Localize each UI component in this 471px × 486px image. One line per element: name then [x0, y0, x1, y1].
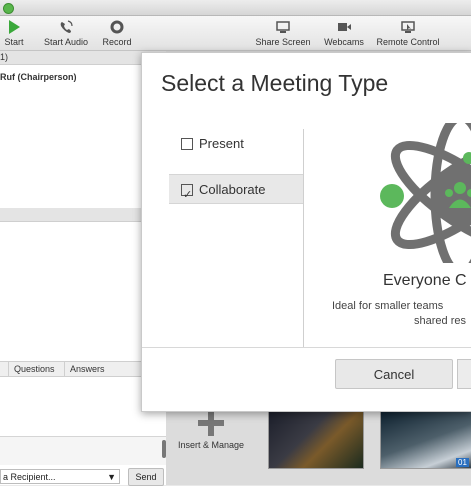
detail-title: Everyone C: [383, 272, 467, 289]
start-audio-label: Start Audio: [43, 37, 89, 47]
participant-row[interactable]: Ruf (Chairperson): [0, 72, 77, 82]
vertical-divider: [303, 129, 304, 347]
tab-questions-label: Questions: [14, 364, 55, 374]
tab-answers-label: Answers: [70, 364, 105, 374]
checked-checkbox-icon: [181, 180, 193, 210]
share-screen-button[interactable]: Share Screen: [254, 19, 312, 47]
video-camera-icon: [338, 23, 351, 31]
insert-manage-label: Insert & Manage: [177, 440, 245, 450]
cancel-label: Cancel: [373, 367, 415, 382]
start-audio-button[interactable]: Start Audio: [42, 19, 90, 47]
collaboration-atom-icon: [380, 123, 471, 263]
plus-icon: [198, 410, 224, 436]
detail-line-2: shared res: [414, 315, 466, 327]
window-close-button[interactable]: [3, 3, 14, 14]
record-label: Record: [102, 37, 132, 47]
confirm-button[interactable]: [457, 359, 471, 389]
insert-manage-button[interactable]: Insert & Manage: [171, 410, 251, 450]
play-icon: [9, 20, 20, 34]
tab-questions[interactable]: Questions: [8, 362, 60, 376]
detail-line-1: Ideal for smaller teams: [332, 300, 444, 312]
meeting-type-dialog: Select a Meeting Type Present Collaborat…: [141, 52, 471, 412]
webcams-button[interactable]: Webcams: [322, 19, 366, 47]
chat-compose-area[interactable]: [0, 436, 166, 465]
remote-control-icon: [401, 21, 415, 33]
tab-answers[interactable]: Answers: [64, 362, 110, 376]
option-collaborate-label: Collaborate: [199, 182, 266, 197]
record-icon: [110, 20, 124, 34]
option-present-label: Present: [199, 136, 244, 151]
webcams-label: Webcams: [324, 37, 364, 47]
dropdown-arrow-icon: ▼: [107, 472, 116, 482]
dialog-title: Select a Meeting Type: [161, 70, 389, 96]
phone-icon: [60, 20, 73, 33]
start-label: Start: [4, 37, 24, 47]
share-screen-label: Share Screen: [255, 37, 311, 47]
monitor-icon: [276, 21, 290, 33]
recipient-select[interactable]: a Recipient... ▼: [0, 469, 120, 484]
dialog-footer-divider: [142, 347, 471, 348]
participant-name: Ruf (Chairperson): [0, 72, 77, 82]
remote-control-label: Remote Control: [376, 37, 440, 47]
remote-control-button[interactable]: Remote Control: [375, 19, 441, 47]
recipient-value: a Recipient...: [3, 472, 56, 482]
send-label: Send: [135, 472, 157, 482]
record-button[interactable]: Record: [101, 19, 133, 47]
option-collaborate[interactable]: Collaborate: [169, 174, 304, 210]
media-thumbnail[interactable]: [268, 411, 364, 469]
window-titlebar: [0, 0, 471, 16]
option-present[interactable]: Present: [169, 129, 304, 159]
meeting-toolbar: Start Start Audio Record Share Screen We…: [0, 16, 471, 51]
cancel-button[interactable]: Cancel: [335, 359, 453, 389]
send-button[interactable]: Send: [128, 468, 164, 486]
start-button[interactable]: Start: [2, 19, 26, 47]
thumbnail-badge: 01: [456, 458, 469, 467]
checkbox-icon: [181, 137, 193, 150]
participants-header-text: 1): [0, 52, 9, 62]
